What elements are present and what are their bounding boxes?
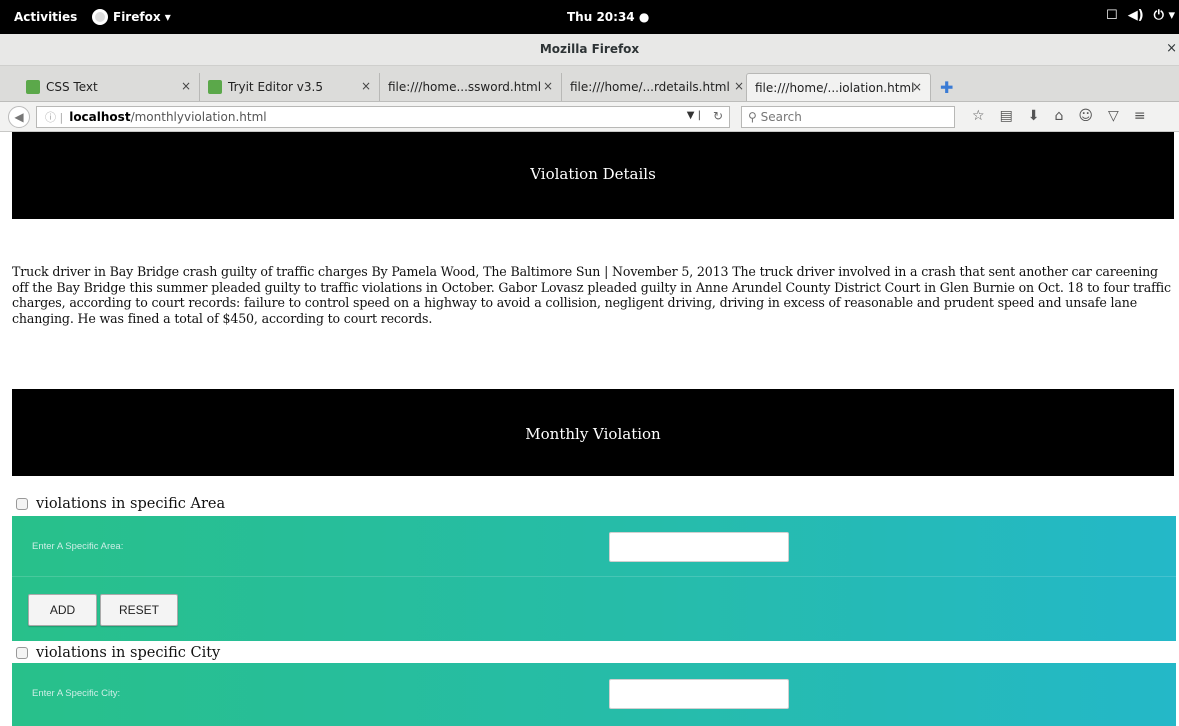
app-menu-label: Firefox ▾ xyxy=(113,10,171,24)
chevron-down-icon[interactable]: ▼ | xyxy=(687,110,701,121)
monthly-violation-banner: Monthly Violation xyxy=(12,389,1174,476)
reset-button[interactable]: RESET xyxy=(100,594,178,626)
pocket-icon[interactable]: ▽ xyxy=(1108,108,1119,124)
tab-close-icon[interactable]: × xyxy=(912,80,922,94)
navigation-bar: ◀ ⓘ | localhost /monthlyviolation.html ▼… xyxy=(0,102,1179,132)
reading-list-icon[interactable]: ▤ xyxy=(1000,108,1013,124)
city-checkbox-row[interactable]: violations in specific City xyxy=(16,645,220,661)
tab-label: file:///home/...rdetails.html xyxy=(570,80,730,94)
city-field-label: Enter A Specific City: xyxy=(32,688,121,699)
add-button[interactable]: ADD xyxy=(28,594,97,626)
url-host: localhost xyxy=(69,110,131,124)
city-checkbox[interactable] xyxy=(16,647,28,659)
area-checkbox-row[interactable]: violations in specific Area xyxy=(16,496,225,512)
tab-label: Tryit Editor v3.5 xyxy=(228,80,323,94)
url-bar[interactable]: ⓘ | localhost /monthlyviolation.html ▼ |… xyxy=(36,106,730,128)
tab-label: file:///home...ssword.html xyxy=(388,80,542,94)
back-arrow-icon[interactable]: ◀ xyxy=(8,106,30,128)
system-tray[interactable]: ☐ ◀) ⏻ ▾ xyxy=(1106,8,1175,23)
tab-close-icon[interactable]: × xyxy=(361,79,371,93)
chat-icon[interactable]: ☺ xyxy=(1078,108,1093,124)
tab-close-icon[interactable]: × xyxy=(543,79,553,93)
w3schools-icon xyxy=(208,80,222,94)
tab-close-icon[interactable]: × xyxy=(181,79,191,93)
city-checkbox-label: violations in specific City xyxy=(36,645,221,661)
clock[interactable]: Thu 20:34 ● xyxy=(567,10,649,24)
volume-icon[interactable]: ◀) xyxy=(1128,8,1144,23)
city-input[interactable] xyxy=(609,679,789,709)
window-close-button[interactable]: × xyxy=(1166,34,1177,64)
area-form-panel: Enter A Specific Area: ADD RESET xyxy=(12,516,1176,641)
city-form-panel: Enter A Specific City: xyxy=(12,663,1176,726)
app-menu[interactable]: Firefox ▾ xyxy=(92,9,171,25)
bookmark-star-icon[interactable]: ☆ xyxy=(972,108,985,124)
window-titlebar: Mozilla Firefox × xyxy=(0,34,1179,66)
divider xyxy=(12,576,1176,577)
window-title: Mozilla Firefox xyxy=(539,42,640,56)
download-icon[interactable]: ⬇ xyxy=(1028,108,1040,124)
toolbar-icons: ☆ ▤ ⬇ ⌂ ☺ ▽ ≡ xyxy=(972,108,1146,124)
banner-title: Violation Details xyxy=(530,165,656,183)
tab-bar: CSS Text × Tryit Editor v3.5 × file:///h… xyxy=(0,66,1179,102)
area-field-label: Enter A Specific Area: xyxy=(32,541,124,552)
info-icon[interactable]: ⓘ | xyxy=(45,109,63,125)
system-top-bar: Activities Firefox ▾ Thu 20:34 ● ☐ ◀) ⏻ … xyxy=(0,0,1179,34)
tab-violation[interactable]: file:///home/...iolation.html × xyxy=(746,73,931,101)
window-icon[interactable]: ☐ xyxy=(1106,8,1118,23)
banner-title: Monthly Violation xyxy=(525,425,661,443)
w3schools-icon xyxy=(26,80,40,94)
search-input[interactable]: ⚲ Search xyxy=(741,106,955,128)
firefox-icon xyxy=(92,9,108,25)
area-checkbox-label: violations in specific Area xyxy=(36,496,226,512)
activities-button[interactable]: Activities xyxy=(14,10,77,24)
power-icon[interactable]: ⏻ ▾ xyxy=(1154,8,1175,23)
tab-label: CSS Text xyxy=(46,80,98,94)
tab-password[interactable]: file:///home...ssword.html × xyxy=(380,73,562,101)
menu-icon[interactable]: ≡ xyxy=(1134,108,1146,124)
tab-css-text[interactable]: CSS Text × xyxy=(18,73,200,101)
tab-tryit-editor[interactable]: Tryit Editor v3.5 × xyxy=(200,73,380,101)
reload-icon[interactable]: ↻ xyxy=(713,109,723,123)
tab-label: file:///home/...iolation.html xyxy=(755,80,915,95)
violation-details-banner: Violation Details xyxy=(12,132,1174,219)
area-input[interactable] xyxy=(609,532,789,562)
new-tab-icon[interactable]: ✚ xyxy=(940,78,953,97)
url-path: /monthlyviolation.html xyxy=(130,110,267,124)
search-placeholder: Search xyxy=(760,110,802,124)
tab-close-icon[interactable]: × xyxy=(734,79,744,93)
search-icon: ⚲ xyxy=(748,110,761,124)
home-icon[interactable]: ⌂ xyxy=(1055,108,1064,124)
area-checkbox[interactable] xyxy=(16,498,28,510)
article-text: Truck driver in Bay Bridge crash guilty … xyxy=(12,264,1171,326)
tab-details[interactable]: file:///home/...rdetails.html × xyxy=(562,73,746,101)
